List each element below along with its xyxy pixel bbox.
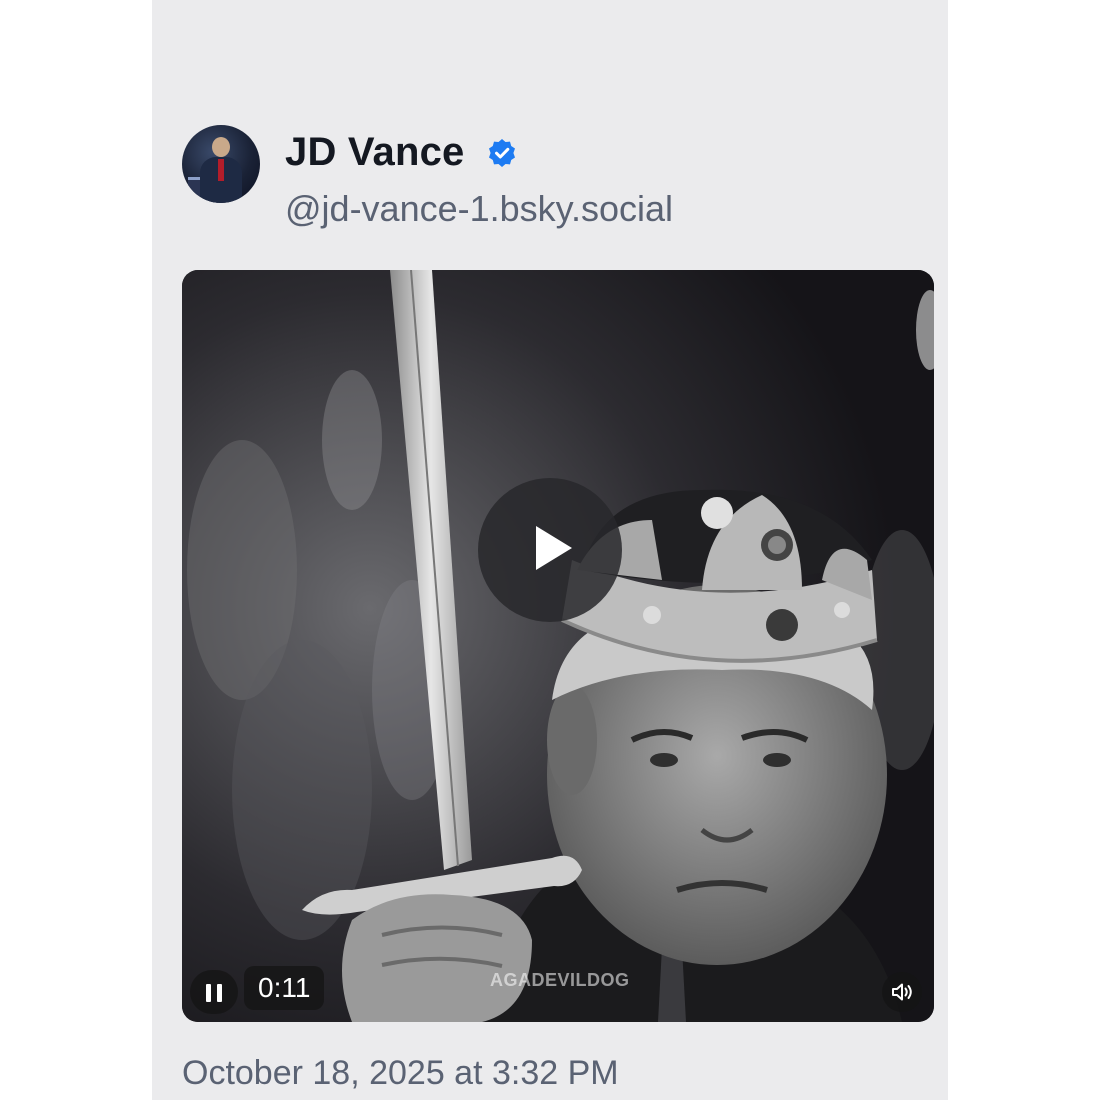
pause-icon-bar [217, 984, 222, 1002]
play-button[interactable] [478, 478, 622, 622]
verified-check-icon [489, 139, 515, 167]
avatar-figure-tie [218, 159, 224, 181]
post-timestamp[interactable]: October 18, 2025 at 3:32 PM [182, 1054, 619, 1093]
video-elapsed-time: 0:11 [244, 966, 325, 1010]
video-player[interactable]: 0:11 AGADEVILDOG [182, 270, 934, 1022]
author-handle[interactable]: @jd-vance-1.bsky.social [285, 188, 673, 230]
author-display-name[interactable]: JD Vance [285, 130, 465, 175]
pause-icon [206, 984, 211, 1002]
pause-button[interactable] [190, 970, 238, 1014]
mute-button[interactable] [882, 972, 922, 1012]
video-watermark: AGADEVILDOG [490, 970, 630, 990]
avatar-figure-head [212, 137, 230, 157]
page: JD Vance @jd-vance-1.bsky.social 0:11 AG… [0, 0, 1100, 1100]
avatar[interactable] [182, 125, 260, 203]
play-icon [536, 526, 572, 570]
video-frame [182, 270, 934, 1022]
speaker-icon [892, 983, 912, 1001]
